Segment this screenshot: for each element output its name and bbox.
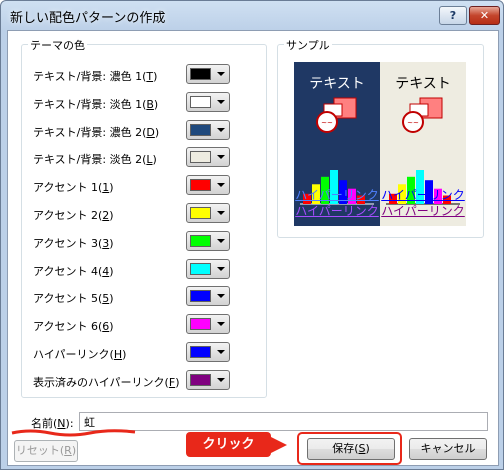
dropdown-arrow-icon xyxy=(217,322,225,326)
color-swatch xyxy=(190,318,211,330)
color-picker-button-0[interactable] xyxy=(186,64,230,84)
svg-text:~~: ~~ xyxy=(321,119,333,127)
sample-shape-icon: ~~ xyxy=(402,97,443,133)
dropdown-arrow-icon xyxy=(217,72,225,76)
color-picker-button-4[interactable] xyxy=(186,175,230,195)
dropdown-arrow-icon xyxy=(217,128,225,132)
dropdown-arrow-icon xyxy=(217,155,225,159)
color-label-1: テキスト/背景: 淡色 1(B) xyxy=(33,98,159,111)
sample-hyperlink-light: ハイパーリンク xyxy=(381,188,465,202)
dropdown-arrow-icon xyxy=(217,294,225,298)
close-button[interactable]: ✕ xyxy=(469,6,500,25)
sample-text-light: テキスト xyxy=(395,76,451,92)
color-picker-button-5[interactable] xyxy=(186,203,230,223)
click-callout: クリック xyxy=(186,432,271,457)
color-label-9: アクセント 6(6) xyxy=(33,320,114,333)
dropdown-arrow-icon xyxy=(217,183,225,187)
color-label-8: アクセント 5(5) xyxy=(33,292,114,305)
color-swatch xyxy=(190,68,211,80)
dropdown-arrow-icon xyxy=(217,211,225,215)
color-swatch xyxy=(190,346,211,358)
color-label-4: アクセント 1(1) xyxy=(33,181,114,194)
sample-visited-light: ハイパーリンク xyxy=(381,204,465,218)
color-picker-button-9[interactable] xyxy=(186,314,230,334)
reset-button[interactable]: リセット(R) xyxy=(14,440,78,462)
color-picker-button-7[interactable] xyxy=(186,259,230,279)
theme-colors-legend: テーマの色 xyxy=(28,37,87,53)
dropdown-arrow-icon xyxy=(217,350,225,354)
color-picker-button-2[interactable] xyxy=(186,120,230,140)
color-swatch xyxy=(190,235,211,247)
color-swatch xyxy=(190,151,211,163)
title-bar[interactable]: 新しい配色パターンの作成 ? ✕ xyxy=(1,1,503,29)
color-label-5: アクセント 2(2) xyxy=(33,209,114,222)
color-swatch xyxy=(190,263,211,275)
dropdown-arrow-icon xyxy=(217,100,225,104)
color-swatch xyxy=(190,96,211,108)
color-label-10: ハイパーリンク(H) xyxy=(33,348,127,361)
color-swatch xyxy=(190,124,211,136)
color-picker-button-3[interactable] xyxy=(186,147,230,167)
sample-preview-dark: テキスト ~~ ハイパーリンク ハイパーリンク xyxy=(294,62,380,226)
cancel-button[interactable]: キャンセル xyxy=(409,438,487,460)
color-label-3: テキスト/背景: 淡色 2(L) xyxy=(33,153,157,166)
callout-arrow-icon xyxy=(271,437,287,453)
color-picker-button-1[interactable] xyxy=(186,92,230,112)
color-swatch xyxy=(190,374,211,386)
color-label-0: テキスト/背景: 濃色 1(T) xyxy=(33,70,158,83)
sample-preview-light: テキスト ~~ ハイパーリンク ハイパーリンク xyxy=(380,62,466,226)
sample-shape-icon: ~~ xyxy=(316,97,357,133)
color-swatch xyxy=(190,179,211,191)
dropdown-arrow-icon xyxy=(217,239,225,243)
dropdown-arrow-icon xyxy=(217,378,225,382)
help-button[interactable]: ? xyxy=(439,6,467,25)
sample-hyperlink-dark: ハイパーリンク xyxy=(295,188,379,202)
dropdown-arrow-icon xyxy=(217,267,225,271)
color-label-6: アクセント 3(3) xyxy=(33,237,114,250)
color-picker-button-10[interactable] xyxy=(186,342,230,362)
color-picker-button-8[interactable] xyxy=(186,286,230,306)
color-label-2: テキスト/背景: 濃色 2(D) xyxy=(33,126,160,139)
annotation-underline xyxy=(11,429,136,437)
sample-legend: サンプル xyxy=(284,37,332,53)
color-label-11: 表示済みのハイパーリンク(F) xyxy=(33,376,180,389)
color-swatch xyxy=(190,290,211,302)
sample-text-dark: テキスト xyxy=(309,76,365,92)
name-input[interactable] xyxy=(79,412,488,431)
color-picker-button-6[interactable] xyxy=(186,231,230,251)
sample-visited-dark: ハイパーリンク xyxy=(295,204,379,218)
color-label-7: アクセント 4(4) xyxy=(33,265,114,278)
save-button[interactable]: 保存(S) xyxy=(307,438,395,460)
color-swatch xyxy=(190,207,211,219)
color-picker-button-11[interactable] xyxy=(186,370,230,390)
svg-text:~~: ~~ xyxy=(407,119,419,127)
dialog-title: 新しい配色パターンの作成 xyxy=(10,11,166,26)
